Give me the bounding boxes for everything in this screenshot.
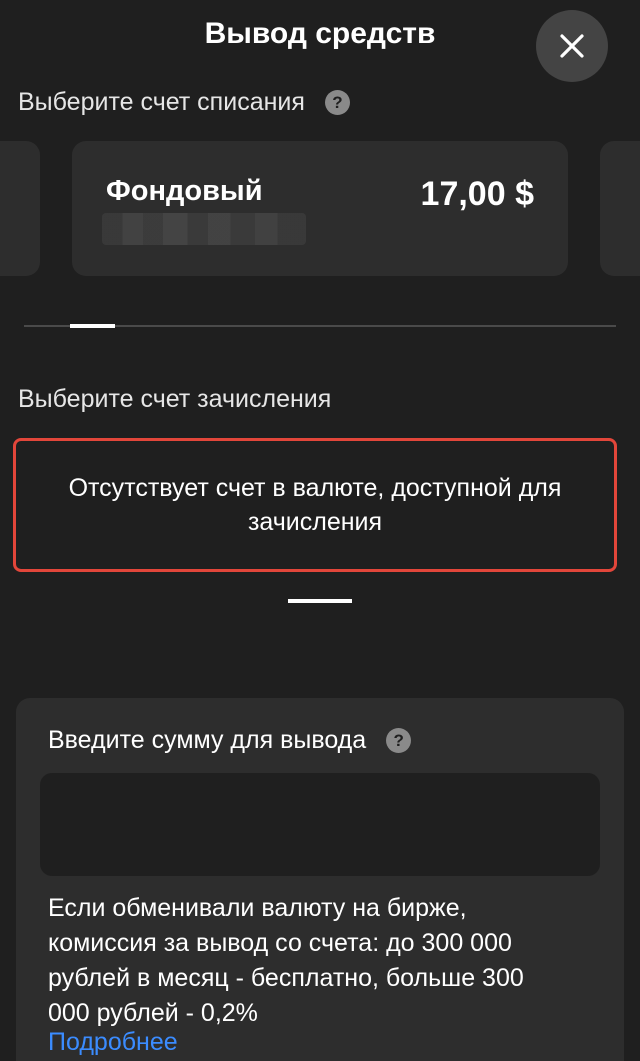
close-button[interactable]: [536, 10, 608, 82]
target-account-label: Выберите счет зачисления: [18, 385, 332, 413]
amount-label-row: Введите сумму для вывода ?: [48, 726, 412, 755]
account-number-redacted: [102, 213, 306, 245]
target-pager-indicator: [288, 599, 352, 603]
account-name: Фондовый: [106, 175, 263, 207]
source-account-label: Выберите счет списания: [18, 88, 305, 116]
amount-panel: Введите сумму для вывода ? Если обменива…: [16, 698, 624, 1061]
amount-label: Введите сумму для вывода: [48, 726, 367, 754]
help-icon[interactable]: ?: [386, 728, 412, 753]
commission-info-text: Если обменивали валюту на бирже, комисси…: [48, 894, 524, 1027]
source-account-card[interactable]: Фондовый 17,00 $: [72, 141, 568, 276]
help-icon[interactable]: ?: [324, 89, 350, 115]
account-balance: 17,00 $: [420, 175, 534, 213]
next-account-card[interactable]: [600, 141, 640, 276]
previous-account-card[interactable]: [0, 141, 40, 276]
target-account-label-row: Выберите счет зачисления: [18, 383, 331, 415]
close-icon: [560, 34, 584, 58]
source-account-label-row: Выберите счет списания ?: [18, 86, 350, 118]
carousel-pager-indicator: [70, 324, 115, 328]
withdraw-screen: Вывод средств Выберите счет списания ? Ф…: [0, 0, 640, 1061]
more-details-link[interactable]: Подробнее: [48, 1025, 178, 1060]
target-account-error-box: Отсутствует счет в валюте, доступной для…: [13, 438, 617, 572]
amount-input[interactable]: [40, 773, 600, 876]
target-account-empty-message: Отсутствует счет в валюте, доступной для…: [68, 474, 562, 536]
